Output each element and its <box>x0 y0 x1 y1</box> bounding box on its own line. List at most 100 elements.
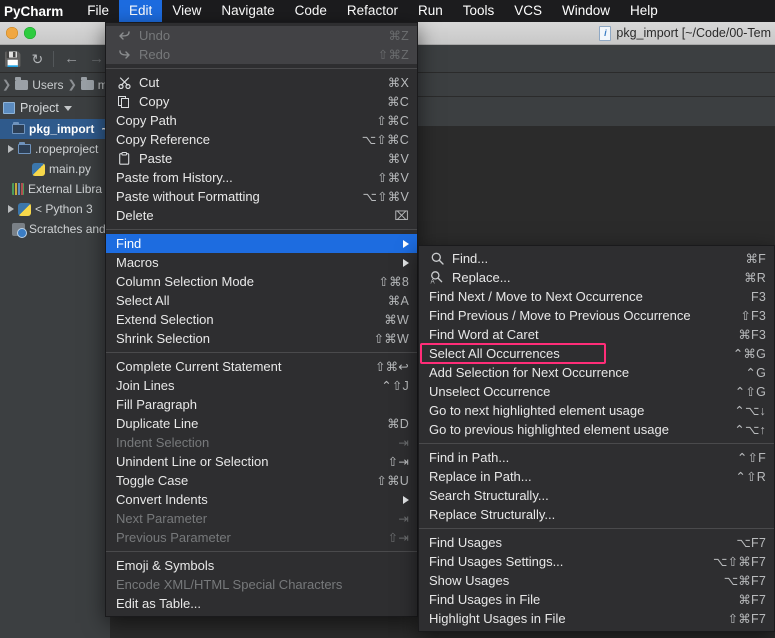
menubar-item-refactor[interactable]: Refactor <box>337 0 408 22</box>
edit-menu-item-paste[interactable]: Paste ⌘V <box>106 149 417 168</box>
find-submenu-dropdown[interactable]: Find... ⌘F A Replace... ⌘R Find Next / Move t… <box>418 245 775 632</box>
sync-icon[interactable]: ↻ <box>31 52 43 66</box>
edit-menu-item-find[interactable]: Find <box>106 234 417 253</box>
find-submenu-item-find-word-at-caret[interactable]: Find Word at Caret ⌘F3 <box>419 325 774 344</box>
chevron-down-icon[interactable] <box>63 105 72 111</box>
menu-item-shortcut: ⌃⇧G <box>734 385 766 399</box>
menubar-item-run[interactable]: Run <box>408 0 453 22</box>
find-submenu-item-replace[interactable]: A Replace... ⌘R <box>419 268 774 287</box>
menubar-item-navigate[interactable]: Navigate <box>211 0 284 22</box>
menu-group: Cut ⌘X Copy ⌘C Copy Path ⇧⌘C Copy Reference ⌥⇧⌘… <box>106 73 417 225</box>
undo-icon <box>116 30 132 41</box>
menu-item-shortcut: ⌘F <box>745 252 766 266</box>
edit-menu-item-edit-as-table[interactable]: Edit as Table... <box>106 594 417 613</box>
pycharm-screenshot: i pkg_import [~/Code/00-Tem 💾 ↻ ← → ❯ Us… <box>0 0 775 638</box>
menu-item-label: Encode XML/HTML Special Characters <box>116 577 409 592</box>
edit-menu-item-emoji-symbols[interactable]: Emoji & Symbols <box>106 556 417 575</box>
menu-item-label: Edit as Table... <box>116 596 409 611</box>
project-tree-item[interactable]: main.py <box>0 159 110 179</box>
edit-menu-item-paste-from-history[interactable]: Paste from History... ⇧⌘V <box>106 168 417 187</box>
find-submenu-item-select-all-occurrences[interactable]: Select All Occurrences ⌃⌘G <box>419 344 774 363</box>
edit-menu-item-delete[interactable]: Delete ⌧ <box>106 206 417 225</box>
navigate-forward-icon[interactable]: → <box>89 50 104 67</box>
edit-menu-item-copy[interactable]: Copy ⌘C <box>106 92 417 111</box>
project-tree-item[interactable]: < Python 3 <box>0 199 110 219</box>
menubar-item-tools[interactable]: Tools <box>453 0 505 22</box>
find-submenu-item-go-to-next-highlighted-element-usage[interactable]: Go to next highlighted element usage ⌃⌥↓ <box>419 401 774 420</box>
menubar-item-code[interactable]: Code <box>285 0 337 22</box>
menu-item-shortcut: ⇧⌘8 <box>378 275 409 289</box>
submenu-arrow-icon <box>403 258 409 267</box>
folder-icon <box>18 142 31 154</box>
edit-menu-item-join-lines[interactable]: Join Lines ⌃⇧J <box>106 376 417 395</box>
folder-icon <box>15 76 29 90</box>
find-submenu-item-highlight-usages-in-file[interactable]: Highlight Usages in File ⇧⌘F7 <box>419 609 774 628</box>
expand-arrow-icon[interactable] <box>8 145 14 153</box>
project-pane-header[interactable]: Project <box>0 97 110 119</box>
save-all-icon[interactable]: 💾 <box>4 52 21 66</box>
find-submenu-item-unselect-occurrence[interactable]: Unselect Occurrence ⌃⇧G <box>419 382 774 401</box>
edit-menu-item-shrink-selection[interactable]: Shrink Selection ⇧⌘W <box>106 329 417 348</box>
menu-item-text: Go to previous highlighted element usage <box>429 422 669 437</box>
menu-item-label: Toggle Case <box>116 473 358 488</box>
find-submenu-item-find-usages[interactable]: Find Usages ⌥F7 <box>419 533 774 552</box>
edit-menu-item-macros[interactable]: Macros <box>106 253 417 272</box>
menubar-item-help[interactable]: Help <box>620 0 668 22</box>
edit-menu-item-extend-selection[interactable]: Extend Selection ⌘W <box>106 310 417 329</box>
edit-menu-item-select-all[interactable]: Select All ⌘A <box>106 291 417 310</box>
edit-menu-item-duplicate-line[interactable]: Duplicate Line ⌘D <box>106 414 417 433</box>
menu-item-text: Add Selection for Next Occurrence <box>429 365 630 380</box>
menu-item-label: Find <box>116 236 389 251</box>
project-tree-item[interactable]: .ropeproject <box>0 139 110 159</box>
find-submenu-item-add-selection-for-next-occurrence[interactable]: Add Selection for Next Occurrence ⌃G <box>419 363 774 382</box>
find-submenu-item-find-in-path[interactable]: Find in Path... ⌃⇧F <box>419 448 774 467</box>
edit-menu-item-unindent-line-or-selection[interactable]: Unindent Line or Selection ⇧⇥ <box>106 452 417 471</box>
edit-menu-item-indent-selection: Indent Selection ⇥ <box>106 433 417 452</box>
edit-menu-item-paste-without-formatting[interactable]: Paste without Formatting ⌥⇧⌘V <box>106 187 417 206</box>
find-submenu-item-find-previous-move-to-previous-occurrence[interactable]: Find Previous / Move to Previous Occurre… <box>419 306 774 325</box>
project-tree-item[interactable]: pkg_import ~ <box>0 119 110 139</box>
find-submenu-item-find-usages-settings[interactable]: Find Usages Settings... ⌥⇧⌘F7 <box>419 552 774 571</box>
edit-menu-item-copy-reference[interactable]: Copy Reference ⌥⇧⌘C <box>106 130 417 149</box>
menubar-item-view[interactable]: View <box>162 0 211 22</box>
expand-arrow-icon[interactable] <box>8 205 14 213</box>
find-submenu-item-find-usages-in-file[interactable]: Find Usages in File ⌘F7 <box>419 590 774 609</box>
find-submenu-item-show-usages[interactable]: Show Usages ⌥⌘F7 <box>419 571 774 590</box>
menu-item-label: Fill Paragraph <box>116 397 409 412</box>
edit-menu-item-fill-paragraph[interactable]: Fill Paragraph <box>106 395 417 414</box>
find-submenu-item-replace-in-path[interactable]: Replace in Path... ⌃⇧R <box>419 467 774 486</box>
edit-menu-item-convert-indents[interactable]: Convert Indents <box>106 490 417 509</box>
menu-item-shortcut: ⇧⌘F7 <box>727 612 766 626</box>
edit-menu-item-complete-current-statement[interactable]: Complete Current Statement ⇧⌘↩ <box>106 357 417 376</box>
find-submenu-item-find[interactable]: Find... ⌘F <box>419 249 774 268</box>
edit-menu-item-column-selection-mode[interactable]: Column Selection Mode ⇧⌘8 <box>106 272 417 291</box>
find-submenu-item-find-next-move-to-next-occurrence[interactable]: Find Next / Move to Next Occurrence F3 <box>419 287 774 306</box>
menubar-item-file[interactable]: File <box>77 0 119 22</box>
menu-item-shortcut: ⇧F3 <box>740 309 766 323</box>
menubar-item-window[interactable]: Window <box>552 0 620 22</box>
edit-menu-dropdown[interactable]: Undo ⌘Z Redo ⇧⌘Z Cut ⌘X Copy ⌘C Copy Path ⇧⌘C Copy… <box>105 22 418 617</box>
menu-item-shortcut: ⌥⇧⌘F7 <box>713 555 766 569</box>
menubar-item-vcs[interactable]: VCS <box>504 0 552 22</box>
menu-separator <box>419 528 774 529</box>
menu-item-text: Undo <box>139 28 171 43</box>
menubar-app-name[interactable]: PyCharm <box>0 4 77 19</box>
menubar-item-edit[interactable]: Edit <box>119 0 163 22</box>
project-tree-item[interactable]: Scratches and <box>0 219 110 239</box>
menu-item-text: Find... <box>452 251 489 266</box>
menu-item-text: Copy <box>139 94 170 109</box>
project-tree-item[interactable]: External Libra <box>0 179 110 199</box>
menu-item-label: Select All <box>116 293 370 308</box>
find-submenu-item-search-structurally[interactable]: Search Structurally... <box>419 486 774 505</box>
find-submenu-item-replace-structurally[interactable]: Replace Structurally... <box>419 505 774 524</box>
menu-item-text: Select All Occurrences <box>429 346 560 361</box>
navigate-back-icon[interactable]: ← <box>64 50 79 67</box>
menu-item-label: Next Parameter <box>116 511 380 526</box>
edit-menu-item-copy-path[interactable]: Copy Path ⇧⌘C <box>106 111 417 130</box>
edit-menu-item-cut[interactable]: Cut ⌘X <box>106 73 417 92</box>
menu-group: Find in Path... ⌃⇧F Replace in Path... ⌃⇧R S… <box>419 448 774 524</box>
find-submenu-item-go-to-previous-highlighted-element-usage[interactable]: Go to previous highlighted element usage… <box>419 420 774 439</box>
menu-item-label: Paste <box>116 151 370 166</box>
breadcrumb-item-users[interactable]: Users <box>32 78 63 92</box>
edit-menu-item-toggle-case[interactable]: Toggle Case ⇧⌘U <box>106 471 417 490</box>
